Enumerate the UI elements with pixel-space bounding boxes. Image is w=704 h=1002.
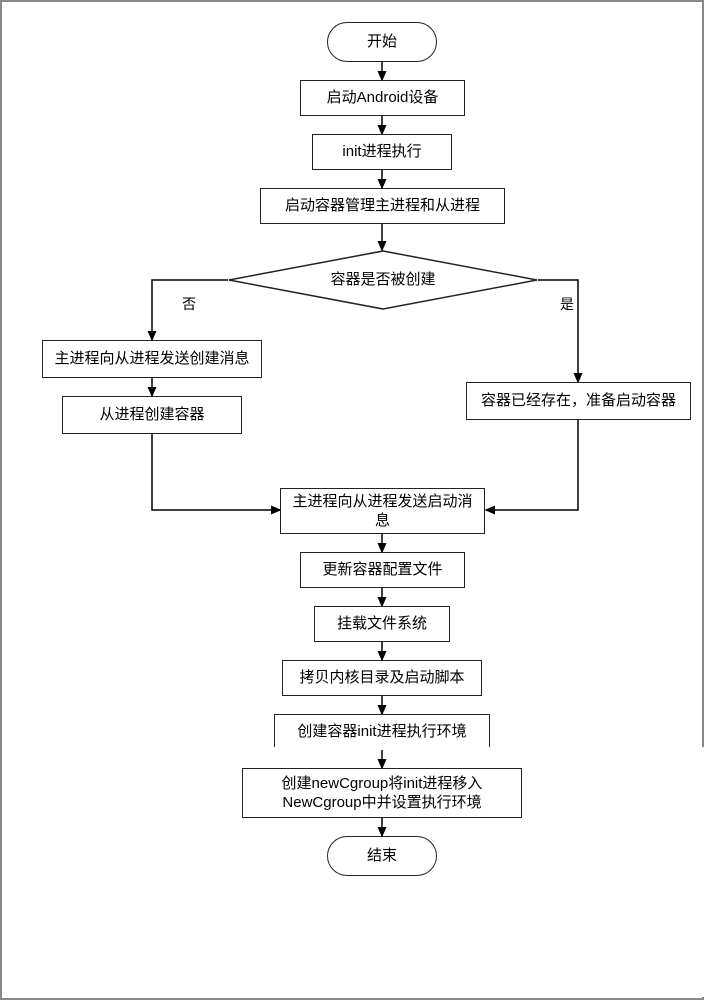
step-copy-kernel: 拷贝内核目录及启动脚本 — [282, 660, 482, 696]
step-label: init进程执行 — [342, 142, 421, 162]
end-label: 结束 — [367, 846, 397, 866]
step-label: 创建容器init进程执行环境 — [297, 722, 466, 742]
step-label: 主进程向从进程发送启动消息 — [289, 492, 476, 531]
decision-label: 容器是否被创建 — [330, 270, 435, 290]
step-container-exists: 容器已经存在，准备启动容器 — [466, 382, 691, 420]
edge-label-yes: 是 — [560, 294, 574, 314]
step-label: 挂载文件系统 — [337, 614, 427, 634]
step-mount-fs: 挂载文件系统 — [314, 606, 450, 642]
step-master-send-start: 主进程向从进程发送启动消息 — [280, 488, 485, 534]
step-update-config: 更新容器配置文件 — [300, 552, 465, 588]
step-label: 容器已经存在，准备启动容器 — [481, 391, 676, 411]
step-start-managers: 启动容器管理主进程和从进程 — [260, 188, 505, 224]
step-master-send-create: 主进程向从进程发送创建消息 — [42, 340, 262, 378]
step-init-exec: init进程执行 — [312, 134, 452, 170]
step-label: 启动容器管理主进程和从进程 — [285, 196, 480, 216]
step-new-cgroup: 创建newCgroup将init进程移入NewCgroup中并设置执行环境 — [242, 768, 522, 818]
step-label: 拷贝内核目录及启动脚本 — [299, 668, 464, 688]
step-label: 从进程创建容器 — [99, 405, 204, 425]
decision-container-created: 容器是否被创建 — [228, 250, 538, 310]
step-label: 主进程向从进程发送创建消息 — [54, 349, 249, 369]
step-slave-create-container: 从进程创建容器 — [62, 396, 242, 434]
edge-label-no: 否 — [182, 294, 196, 314]
step-label: 更新容器配置文件 — [322, 560, 442, 580]
step-boot-android: 启动Android设备 — [300, 80, 465, 116]
step-create-init-env: 创建容器init进程执行环境 — [274, 714, 490, 750]
step-label: 启动Android设备 — [327, 88, 439, 108]
step-label: 创建newCgroup将init进程移入NewCgroup中并设置执行环境 — [251, 774, 513, 813]
end-terminator-final: 结束 — [327, 836, 437, 876]
start-terminator: 开始 — [327, 22, 437, 62]
start-label: 开始 — [367, 32, 397, 52]
